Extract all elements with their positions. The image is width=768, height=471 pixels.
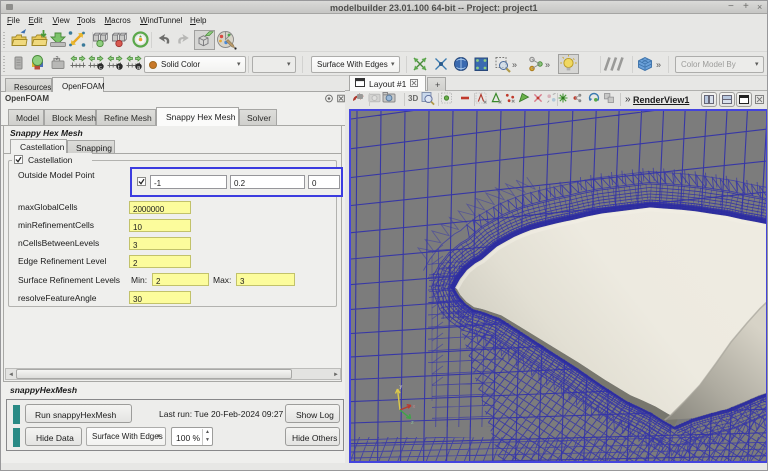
- svg-text:y: y: [400, 384, 403, 390]
- svg-text:c: c: [99, 65, 102, 71]
- svg-text:x: x: [413, 404, 416, 410]
- svg-text:»: »: [512, 60, 517, 70]
- svg-text:2: 2: [56, 56, 59, 62]
- svg-text:z: z: [411, 420, 414, 426]
- svg-text:3D: 3D: [408, 94, 418, 103]
- svg-text:»: »: [656, 60, 661, 70]
- svg-text:»: »: [545, 60, 550, 70]
